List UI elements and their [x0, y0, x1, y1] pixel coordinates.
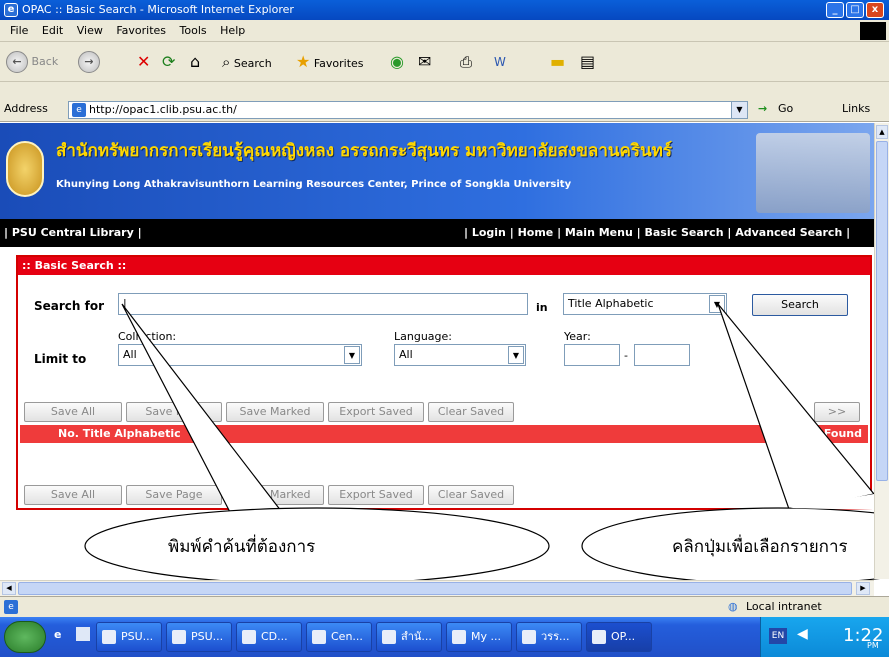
page-status-icon: e	[4, 600, 18, 614]
task-icon	[242, 630, 256, 644]
right-callout-text: คลิกปุ่มเพื่อเลือกรายการ	[672, 537, 848, 557]
start-button[interactable]	[4, 621, 46, 653]
scroll-up-icon[interactable]: ▲	[876, 125, 888, 139]
desktop-quicklaunch-icon[interactable]	[76, 627, 90, 641]
taskbar: e PSU... PSU... CD... Cen... สำนั... My …	[0, 617, 889, 657]
task-icon	[382, 630, 396, 644]
status-bar: e ◍ Local intranet	[0, 596, 889, 617]
scroll-left-icon[interactable]: ◀	[2, 582, 16, 595]
task-word[interactable]: วรร...	[516, 622, 582, 652]
task-psu-1[interactable]: PSU...	[96, 622, 162, 652]
system-tray: EN ◀ 1:22 PM	[760, 617, 889, 657]
left-callout-text: พิมพ์คำค้นที่ต้องการ	[168, 537, 316, 557]
task-icon	[522, 630, 536, 644]
task-icon	[102, 630, 116, 644]
chevron-left-icon[interactable]: ◀	[797, 626, 808, 642]
left-callout-bubble	[84, 507, 550, 585]
task-cen[interactable]: Cen...	[306, 622, 372, 652]
left-callout-pointer	[121, 303, 290, 521]
zone-label: Local intranet	[746, 600, 822, 613]
scroll-right-icon[interactable]: ▶	[856, 582, 870, 595]
ie-quicklaunch-icon[interactable]: e	[54, 628, 61, 641]
task-icon	[452, 630, 466, 644]
task-my[interactable]: My ...	[446, 622, 512, 652]
scroll-thumb[interactable]	[876, 141, 888, 481]
task-cd[interactable]: CD...	[236, 622, 302, 652]
task-icon	[312, 630, 326, 644]
right-callout-pointer	[717, 303, 876, 513]
vertical-scrollbar[interactable]: ▲	[874, 123, 889, 579]
task-opac[interactable]: OP...	[586, 622, 652, 652]
clock-ampm: PM	[867, 641, 879, 650]
task-psu-2[interactable]: PSU...	[166, 622, 232, 652]
task-icon	[592, 630, 606, 644]
task-icon	[172, 630, 186, 644]
language-indicator[interactable]: EN	[769, 628, 787, 644]
ie-window: e OPAC :: Basic Search - Microsoft Inter…	[0, 0, 889, 657]
task-thai[interactable]: สำนั...	[376, 622, 442, 652]
h-scroll-thumb[interactable]	[18, 582, 852, 595]
horizontal-scrollbar[interactable]: ◀ ▶	[0, 580, 874, 596]
intranet-icon: ◍	[728, 600, 738, 613]
